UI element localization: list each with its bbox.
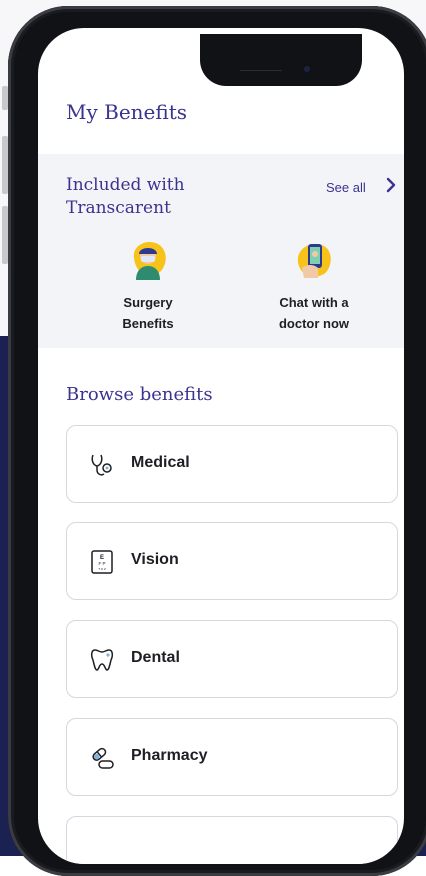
phone-side-button	[2, 136, 8, 194]
surgeon-icon	[126, 238, 170, 282]
tile-label: Surgery Benefits	[88, 292, 208, 334]
chat-with-doctor-tile[interactable]: Chat with a doctor now	[254, 238, 374, 334]
pills-icon	[92, 747, 114, 769]
included-section-title: Included with Transcarent	[66, 175, 185, 218]
benefit-card-medical[interactable]: Medical	[66, 425, 398, 503]
browse-benefits-heading: Browse benefits	[66, 384, 213, 405]
eye-chart-icon: E F P T O Z	[91, 550, 113, 574]
benefit-card-vision[interactable]: E F P T O Z Vision	[66, 522, 398, 600]
eye-chart-line: T O Z	[98, 567, 106, 571]
tooth-icon	[90, 649, 114, 671]
tile-label-line: Surgery	[123, 295, 173, 310]
app-screen: My Benefits Included with Transcarent Se…	[38, 28, 404, 864]
eye-chart-line: F P	[98, 561, 105, 566]
chevron-right-icon[interactable]	[384, 176, 398, 194]
see-all-link[interactable]: See all	[326, 180, 366, 195]
benefit-card-label: Medical	[131, 454, 190, 471]
phone-chat-icon	[292, 238, 336, 282]
included-section: Included with Transcarent See all Surger…	[38, 154, 404, 348]
phone-side-button	[2, 206, 8, 264]
phone-notch	[200, 34, 362, 86]
phone-frame: My Benefits Included with Transcarent Se…	[2, 6, 426, 876]
benefit-card-label: Dental	[131, 649, 180, 666]
benefit-card-partial[interactable]	[66, 816, 398, 864]
tile-label: Chat with a doctor now	[254, 292, 374, 334]
benefit-card-pharmacy[interactable]: Pharmacy	[66, 718, 398, 796]
benefit-card-label: Vision	[131, 551, 179, 568]
page-title: My Benefits	[66, 100, 188, 124]
surgery-benefits-tile[interactable]: Surgery Benefits	[88, 238, 208, 334]
benefit-card-label: Pharmacy	[131, 747, 208, 764]
stethoscope-icon	[91, 454, 112, 476]
tile-label-line: Chat with a	[279, 295, 349, 310]
phone-side-button	[2, 86, 8, 110]
tile-label-line: doctor now	[278, 316, 350, 331]
front-camera	[304, 66, 310, 72]
speaker-grille	[240, 70, 282, 71]
tile-label-line: Benefits	[122, 316, 174, 331]
benefit-card-dental[interactable]: Dental	[66, 620, 398, 698]
